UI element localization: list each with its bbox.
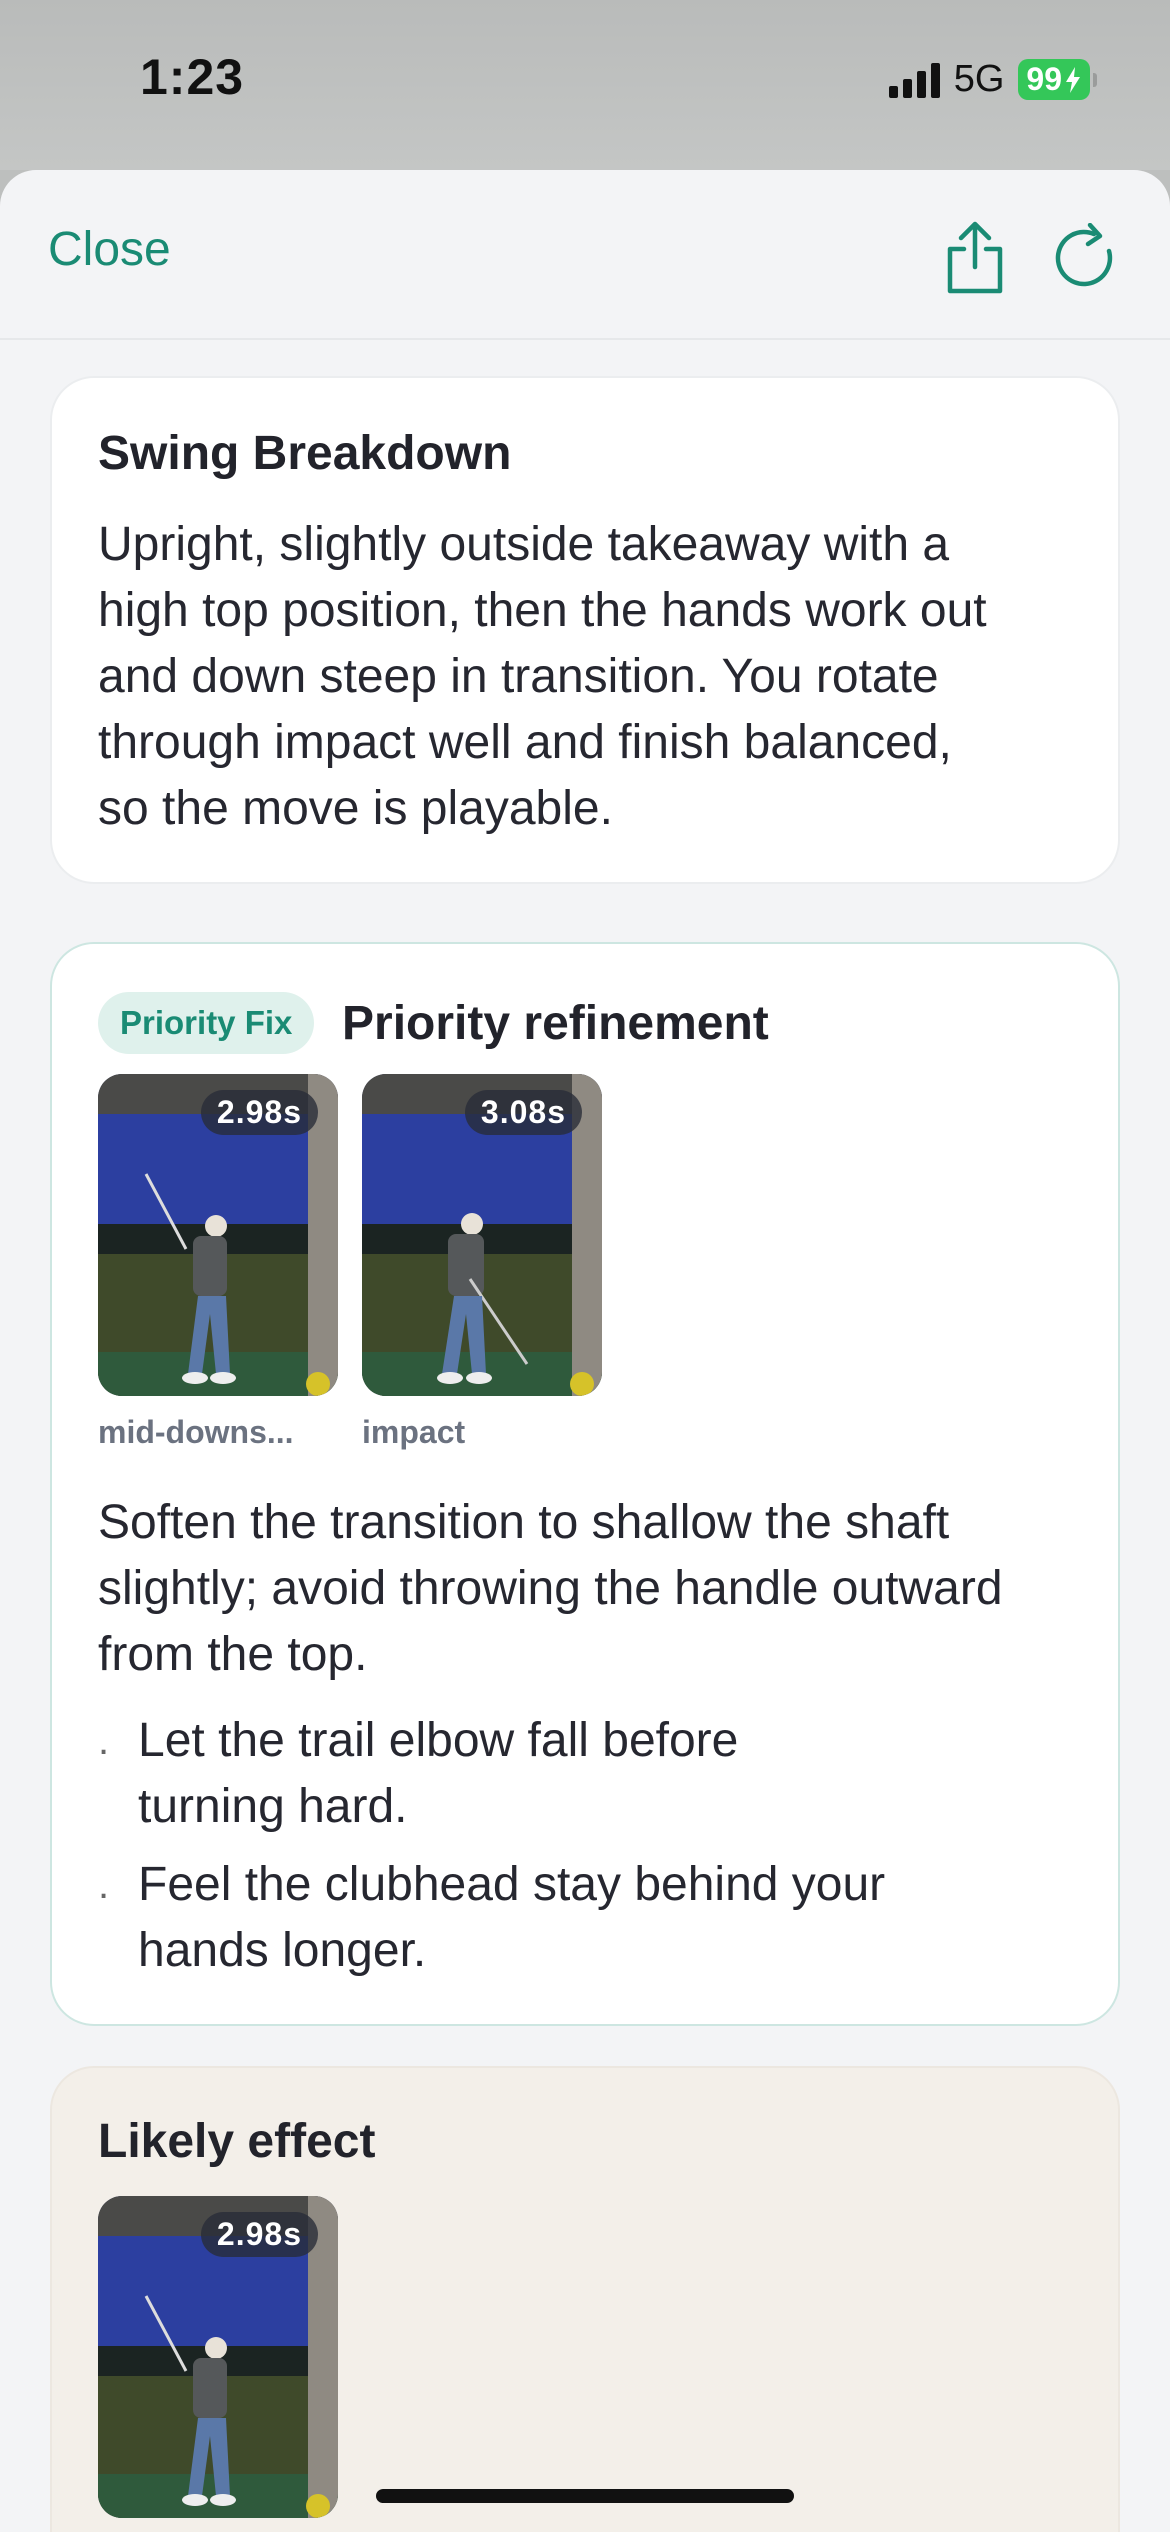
battery-icon: 99 <box>1018 59 1097 100</box>
modal-sheet: Close Swing Breakdown Upright, slightly … <box>0 170 1170 2532</box>
timestamp-badge: 2.98s <box>200 1090 318 1135</box>
bullet-text: Feel the clubhead stay behind your hands… <box>138 1852 998 1984</box>
status-bar: 1:23 5G 99 <box>0 0 1170 170</box>
priority-text: Soften the transition to shallow the sha… <box>98 1490 1098 1688</box>
timestamp-badge: 3.08s <box>464 1090 582 1135</box>
breakdown-text: Upright, slightly outside takeaway with … <box>98 512 1098 842</box>
bullet-text: Let the trail elbow fall before turning … <box>138 1708 838 1840</box>
text-line: high top position, then the hands work o… <box>98 584 987 637</box>
card-title: Likely effect <box>98 2115 376 2168</box>
network-label: 5G <box>953 58 1005 100</box>
refresh-icon[interactable] <box>1052 220 1122 296</box>
frame-label: impact <box>362 1414 466 1450</box>
text-line: Soften the transition to shallow the sha… <box>98 1496 950 1549</box>
text-line: through impact well and finish balanced, <box>98 716 952 769</box>
text-line: slightly; avoid throwing the handle outw… <box>98 1562 1003 1615</box>
text-line: so the move is playable. <box>98 782 613 835</box>
priority-fix-card: Priority Fix Priority refinement 2.98s m… <box>50 942 1120 2026</box>
charging-bolt-icon <box>1066 66 1080 93</box>
status-indicators: 5G 99 <box>888 58 1097 101</box>
signal-icon <box>888 62 940 98</box>
video-frame-thumbnail[interactable]: 2.98s <box>98 2196 338 2518</box>
close-button[interactable]: Close <box>48 222 171 277</box>
text-line: turning hard. <box>138 1780 408 1833</box>
priority-badge: Priority Fix <box>98 992 315 1054</box>
bullet-marker: . <box>98 1719 110 1763</box>
status-time: 1:23 <box>140 49 245 105</box>
likely-effect-card: Likely effect 2.98s <box>50 2066 1120 2532</box>
sheet-nav-bar: Close <box>0 170 1170 340</box>
video-frame-thumbnail[interactable]: 2.98s <box>98 1074 338 1396</box>
timestamp-badge: 2.98s <box>200 2212 318 2257</box>
text-line: Let the trail elbow fall before <box>138 1714 739 1767</box>
text-line: Upright, slightly outside takeaway with … <box>98 518 950 571</box>
video-frame-thumbnail[interactable]: 3.08s <box>362 1074 602 1396</box>
card-title: Swing Breakdown <box>98 427 512 480</box>
home-indicator[interactable] <box>376 2489 794 2503</box>
swing-breakdown-card: Swing Breakdown Upright, slightly outsid… <box>50 376 1120 884</box>
bullet-marker: . <box>98 1863 110 1907</box>
list-item: . Let the trail elbow fall before turnin… <box>98 1708 1048 1848</box>
share-icon[interactable] <box>940 220 1010 296</box>
frame-label: mid-downs... <box>98 1414 294 1450</box>
text-line: from the top. <box>98 1628 368 1681</box>
list-item: . Feel the clubhead stay behind your han… <box>98 1852 1048 1992</box>
card-title: Priority refinement <box>342 997 769 1050</box>
battery-level: 99 <box>1026 61 1062 97</box>
text-line: hands longer. <box>138 1924 427 1977</box>
text-line: and down steep in transition. You rotate <box>98 650 939 703</box>
text-line: Feel the clubhead stay behind your <box>138 1858 886 1911</box>
